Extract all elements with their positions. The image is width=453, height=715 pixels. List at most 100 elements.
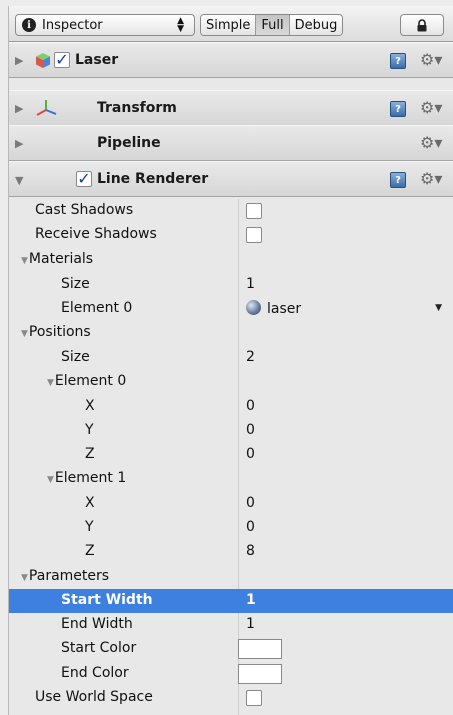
element1-x-field[interactable]: 0 <box>246 495 255 511</box>
property-label: Size <box>61 276 90 292</box>
info-icon: i <box>22 18 36 32</box>
gameobject-cube-icon <box>36 53 50 68</box>
property-label: Use World Space <box>35 689 153 705</box>
line-renderer-enabled-checkbox[interactable]: ✓ <box>76 171 92 187</box>
element1-x-row: X 0 <box>9 492 453 516</box>
receive-shadows-row: Receive Shadows <box>9 223 453 247</box>
inspector-mode-dropdown[interactable]: i Inspector ▲ ▼ <box>15 14 195 36</box>
receive-shadows-checkbox[interactable] <box>246 227 262 243</box>
positions-size-field[interactable]: 2 <box>246 349 255 365</box>
foldout-arrow-icon[interactable]: ▼ <box>47 475 54 485</box>
transform-axes-icon <box>36 100 57 116</box>
inspector-toolbar: i Inspector ▲ ▼ Simple Full Debug <box>9 6 453 42</box>
property-label: Y <box>85 422 94 438</box>
material-object-field[interactable]: laser <box>246 300 301 317</box>
parameters-foldout[interactable]: ▼Parameters <box>9 565 453 589</box>
start-width-row[interactable]: Start Width 1 <box>9 589 453 613</box>
transform-label: Transform <box>97 100 177 116</box>
lock-icon <box>417 18 427 31</box>
property-label: Element 0 <box>54 373 127 389</box>
property-label: Parameters <box>28 568 110 584</box>
element1-y-field[interactable]: 0 <box>246 519 255 535</box>
end-color-swatch[interactable] <box>238 664 282 684</box>
mode-segmented-control: Simple Full Debug <box>200 14 344 36</box>
property-label: X <box>85 398 95 414</box>
help-icon[interactable]: ? <box>390 101 406 117</box>
materials-element0-row: Element 0 laser ▼ <box>9 297 453 321</box>
laser-component-header[interactable]: ▶ ✓ Laser ? ⚙▾ <box>9 42 453 78</box>
line-renderer-label: Line Renderer <box>97 171 209 187</box>
property-label: Materials <box>28 251 94 267</box>
property-label: Cast Shadows <box>35 202 134 218</box>
expand-arrow-icon[interactable]: ▶ <box>15 54 23 67</box>
property-label: Positions <box>28 324 91 340</box>
property-label: Size <box>61 349 90 365</box>
line-renderer-component-header[interactable]: ▼ ✓ Line Renderer ? ⚙▾ <box>9 161 453 197</box>
element0-x-row: X 0 <box>9 395 453 419</box>
start-width-field[interactable]: 1 <box>246 592 256 608</box>
property-label: X <box>85 495 95 511</box>
property-label: Y <box>85 519 94 535</box>
mode-full-button[interactable]: Full <box>256 15 290 35</box>
gear-icon[interactable]: ⚙▾ <box>420 98 442 117</box>
property-label: Receive Shadows <box>35 226 157 242</box>
mode-simple-button[interactable]: Simple <box>201 15 257 35</box>
start-color-row: Start Color <box>9 637 453 661</box>
element1-z-field[interactable]: 8 <box>246 543 255 559</box>
element1-y-row: Y 0 <box>9 516 453 540</box>
gear-icon[interactable]: ⚙▾ <box>420 133 442 152</box>
element1-z-row: Z 8 <box>9 540 453 564</box>
laser-active-checkbox[interactable]: ✓ <box>54 52 70 68</box>
inspector-panel: i Inspector ▲ ▼ Simple Full Debug ▶ ✓ Las… <box>8 6 453 715</box>
element0-foldout[interactable]: ▼Element 0 <box>9 370 453 394</box>
gear-icon[interactable]: ⚙▾ <box>420 50 442 69</box>
use-world-space-row: Use World Space <box>9 686 453 710</box>
element0-y-field[interactable]: 0 <box>246 422 255 438</box>
property-label: Element 1 <box>54 470 127 486</box>
mode-debug-button[interactable]: Debug <box>289 15 343 35</box>
positions-foldout[interactable]: ▼Positions <box>9 321 453 345</box>
materials-foldout[interactable]: ▼Materials <box>9 248 453 272</box>
expand-arrow-icon[interactable]: ▶ <box>15 102 23 115</box>
positions-size-row: Size 2 <box>9 346 453 370</box>
end-color-row: End Color <box>9 662 453 686</box>
transform-component-header[interactable]: ▶ Transform ? ⚙▾ <box>9 90 453 126</box>
material-sphere-icon <box>246 300 261 315</box>
cast-shadows-row: Cast Shadows <box>9 199 453 223</box>
property-label: Start Color <box>61 640 137 656</box>
property-label: Z <box>85 446 95 462</box>
foldout-arrow-icon[interactable]: ▼ <box>21 573 28 583</box>
start-color-swatch[interactable] <box>238 639 282 659</box>
use-world-space-checkbox[interactable] <box>246 690 262 706</box>
help-icon[interactable]: ? <box>390 172 406 188</box>
property-label: Element 0 <box>61 300 133 316</box>
element0-z-field[interactable]: 0 <box>246 446 255 462</box>
expand-arrow-icon[interactable]: ▶ <box>15 137 23 150</box>
element0-z-row: Z 0 <box>9 443 453 467</box>
property-label: Z <box>85 543 95 559</box>
collapse-arrow-icon[interactable]: ▼ <box>15 174 23 187</box>
element1-foldout[interactable]: ▼Element 1 <box>9 467 453 491</box>
property-label: End Width <box>61 616 133 632</box>
help-icon[interactable]: ? <box>390 53 406 69</box>
end-width-field[interactable]: 1 <box>246 616 255 632</box>
materials-size-field[interactable]: 1 <box>246 276 255 292</box>
element0-y-row: Y 0 <box>9 419 453 443</box>
dropdown-label: Inspector <box>42 17 103 33</box>
foldout-arrow-icon[interactable]: ▼ <box>21 256 28 266</box>
pipeline-component-header[interactable]: ▶ Pipeline ⚙▾ <box>9 125 453 161</box>
property-label: Start Width <box>61 592 153 608</box>
cast-shadows-checkbox[interactable] <box>246 203 262 219</box>
lock-button[interactable] <box>400 14 444 36</box>
pipeline-label: Pipeline <box>97 135 161 151</box>
foldout-arrow-icon[interactable]: ▼ <box>47 378 54 388</box>
foldout-arrow-icon[interactable]: ▼ <box>21 329 28 339</box>
updown-arrows-icon: ▲ ▼ <box>177 16 184 34</box>
laser-label: Laser <box>75 52 119 68</box>
object-picker-arrow-icon[interactable]: ▼ <box>435 303 442 313</box>
materials-size-row: Size 1 <box>9 273 453 297</box>
property-label: End Color <box>61 665 129 681</box>
end-width-row: End Width 1 <box>9 613 453 637</box>
gear-icon[interactable]: ⚙▾ <box>420 169 442 188</box>
element0-x-field[interactable]: 0 <box>246 398 255 414</box>
